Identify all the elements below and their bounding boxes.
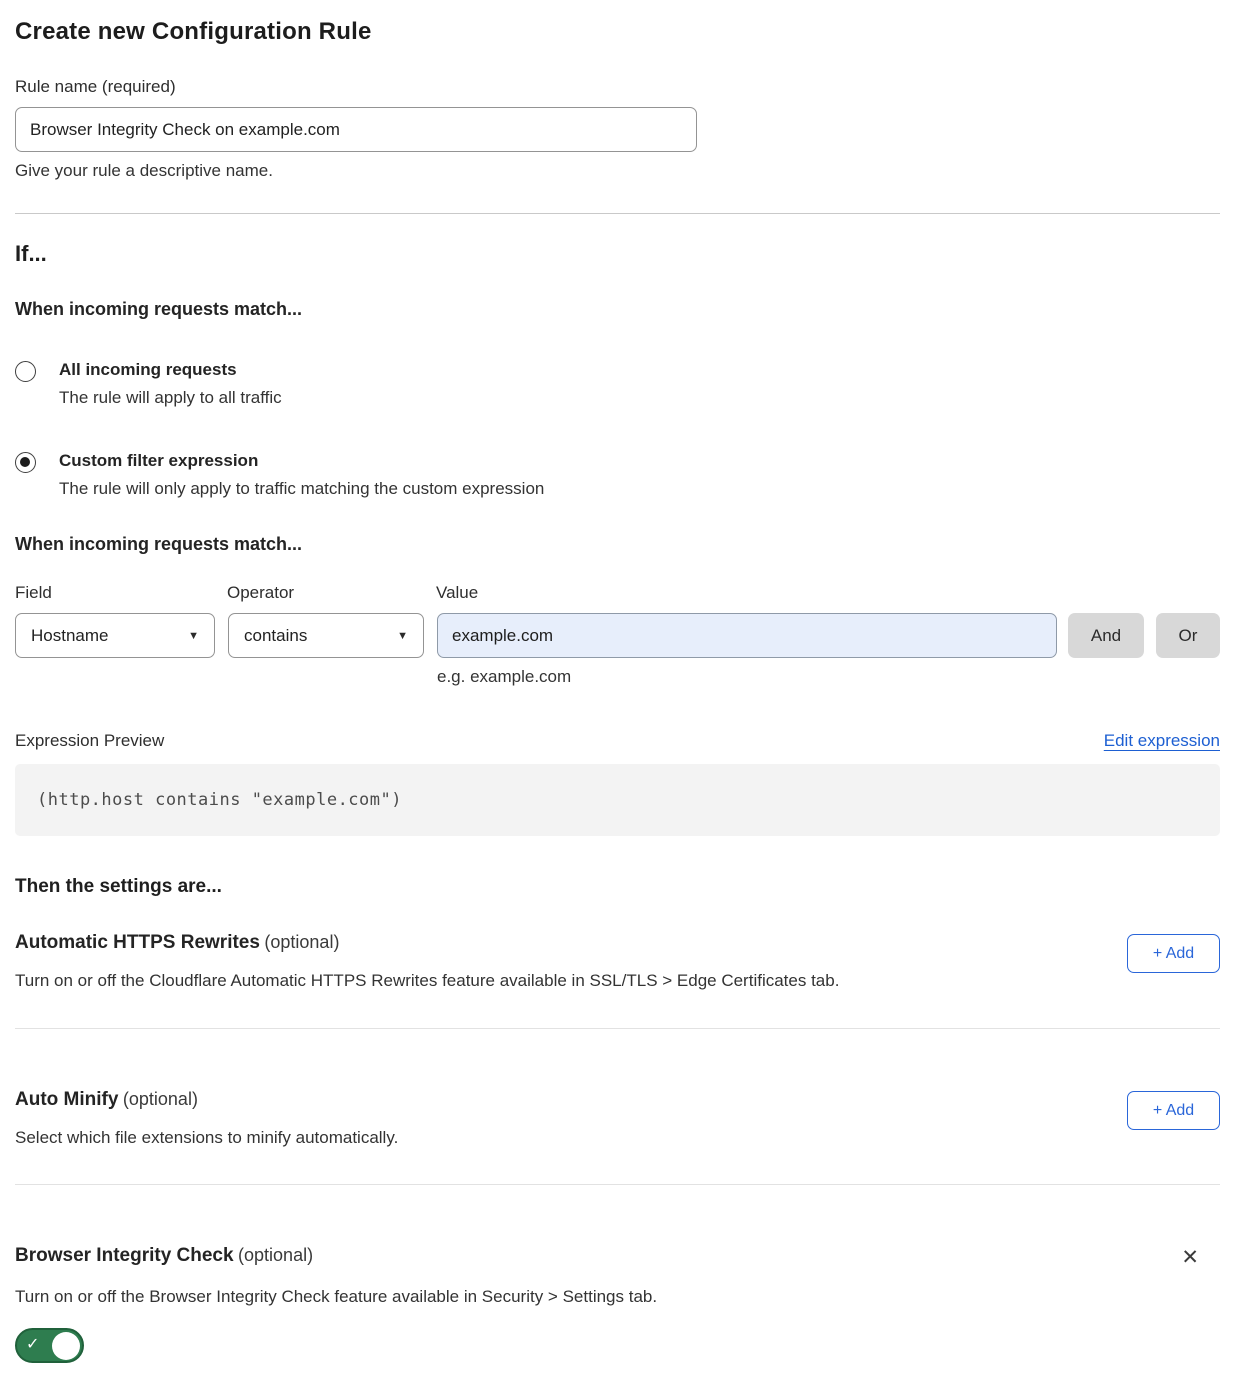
- radio-option-custom-filter[interactable]: Custom filter expression The rule will o…: [15, 451, 1220, 499]
- setting-row-browser-integrity-check: Browser Integrity Check (optional) ✕ Tur…: [15, 1245, 1220, 1368]
- setting-divider: [15, 1184, 1220, 1185]
- chevron-down-icon: ▼: [188, 630, 199, 642]
- check-icon: ✓: [26, 1334, 39, 1354]
- setting-row-automatic-https-rewrites: Automatic HTTPS Rewrites (optional) Turn…: [15, 932, 1220, 991]
- if-heading: If...: [15, 241, 1220, 267]
- operator-column-label: Operator: [227, 583, 436, 603]
- browser-integrity-check-toggle[interactable]: ✓: [15, 1328, 84, 1363]
- setting-description: Turn on or off the Cloudflare Automatic …: [15, 971, 839, 991]
- or-button[interactable]: Or: [1156, 613, 1220, 658]
- section-divider: [15, 213, 1220, 214]
- builder-column-labels: Field Operator Value: [15, 583, 1220, 603]
- expression-preview-header: Expression Preview Edit expression: [15, 731, 1220, 751]
- setting-name: Auto Minify: [15, 1089, 118, 1110]
- setting-optional-tag: (optional): [264, 932, 339, 952]
- setting-divider: [15, 1028, 1220, 1029]
- setting-description: Turn on or off the Browser Integrity Che…: [15, 1287, 1220, 1307]
- value-input[interactable]: [437, 613, 1057, 658]
- rule-name-input[interactable]: [15, 107, 697, 152]
- chevron-down-icon: ▼: [397, 630, 408, 642]
- field-select[interactable]: Hostname ▼: [15, 613, 215, 658]
- field-column-label: Field: [15, 583, 227, 603]
- then-heading: Then the settings are...: [15, 876, 1220, 898]
- radio-option-text: All incoming requests The rule will appl…: [59, 360, 282, 408]
- radio-option-description: The rule will only apply to traffic matc…: [59, 479, 544, 499]
- page-title: Create new Configuration Rule: [15, 18, 1220, 46]
- setting-optional-tag: (optional): [238, 1245, 313, 1265]
- add-setting-button[interactable]: + Add: [1127, 934, 1220, 973]
- radio-button-selected[interactable]: [15, 452, 36, 473]
- radio-button-unselected[interactable]: [15, 361, 36, 382]
- expression-builder: When incoming requests match... Field Op…: [15, 534, 1220, 687]
- operator-select[interactable]: contains ▼: [228, 613, 424, 658]
- close-icon[interactable]: ✕: [1181, 1247, 1199, 1268]
- expression-code-text: (http.host contains "example.com"): [37, 790, 402, 810]
- setting-description: Select which file extensions to minify a…: [15, 1128, 398, 1148]
- create-configuration-rule-form: Create new Configuration Rule Rule name …: [0, 0, 1237, 1368]
- operator-select-value: contains: [244, 626, 307, 646]
- rule-name-label: Rule name (required): [15, 77, 1220, 97]
- setting-info: Auto Minify (optional) Select which file…: [15, 1089, 398, 1148]
- setting-name: Browser Integrity Check: [15, 1245, 234, 1266]
- radio-option-text: Custom filter expression The rule will o…: [59, 451, 544, 499]
- match-heading: When incoming requests match...: [15, 299, 1220, 320]
- builder-heading: When incoming requests match...: [15, 534, 1220, 555]
- active-setting-header: Browser Integrity Check (optional) ✕: [15, 1245, 1220, 1268]
- edit-expression-link[interactable]: Edit expression: [1104, 731, 1220, 751]
- setting-row-auto-minify: Auto Minify (optional) Select which file…: [15, 1089, 1220, 1148]
- builder-controls-row: Hostname ▼ contains ▼ And Or: [15, 613, 1220, 658]
- field-select-value: Hostname: [31, 626, 108, 646]
- radio-option-label: All incoming requests: [59, 360, 282, 380]
- value-column-label: Value: [436, 583, 478, 603]
- add-setting-button[interactable]: + Add: [1127, 1091, 1220, 1130]
- radio-option-label: Custom filter expression: [59, 451, 544, 471]
- setting-info: Automatic HTTPS Rewrites (optional) Turn…: [15, 932, 839, 991]
- and-button[interactable]: And: [1068, 613, 1144, 658]
- radio-option-description: The rule will apply to all traffic: [59, 388, 282, 408]
- setting-optional-tag: (optional): [123, 1089, 198, 1109]
- expression-preview-code: (http.host contains "example.com"): [15, 764, 1220, 836]
- toggle-knob: [52, 1332, 80, 1360]
- setting-name: Automatic HTTPS Rewrites: [15, 932, 260, 953]
- value-help-text: e.g. example.com: [437, 667, 1220, 687]
- expression-preview-label: Expression Preview: [15, 731, 164, 751]
- radio-option-all-incoming[interactable]: All incoming requests The rule will appl…: [15, 360, 1220, 408]
- rule-name-help: Give your rule a descriptive name.: [15, 161, 1220, 181]
